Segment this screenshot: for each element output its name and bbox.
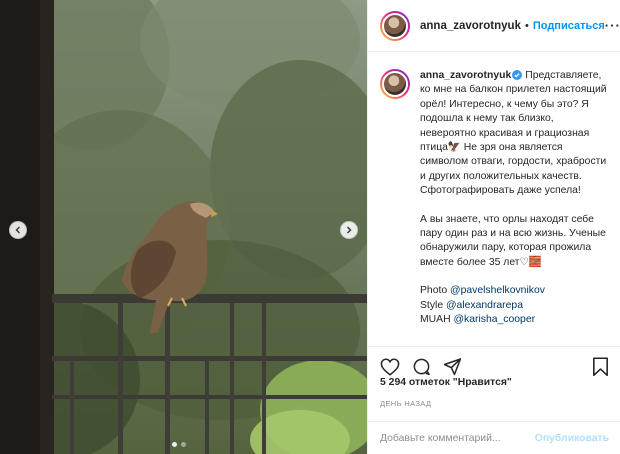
- more-options-button[interactable]: ···: [605, 18, 620, 33]
- verified-badge-icon: [512, 70, 523, 80]
- carousel-indicator: [172, 442, 186, 447]
- credit-line: MUAH @karisha_cooper: [420, 313, 609, 327]
- comment-icon: [413, 358, 430, 376]
- eagle-on-balcony-image: [0, 0, 367, 454]
- credit-handle-link[interactable]: @pavelshelkovnikov: [450, 285, 545, 296]
- carousel-next-button[interactable]: [340, 221, 358, 239]
- caption-username[interactable]: anna_zavorotnyuk: [420, 70, 511, 81]
- post-comment-button[interactable]: Опубликовать: [535, 433, 609, 444]
- avatar-image: [382, 71, 408, 97]
- add-comment-bar: Опубликовать: [368, 421, 620, 454]
- carousel-prev-button[interactable]: [9, 221, 27, 239]
- post-sidebar: anna_zavorotnyuk • Подписаться ··· anna_…: [367, 0, 620, 454]
- heart-icon: [380, 357, 400, 376]
- share-icon: [443, 358, 462, 376]
- comment-button[interactable]: [412, 357, 431, 376]
- follow-button[interactable]: Подписаться: [533, 20, 605, 32]
- credit-handle-link[interactable]: @alexandrarepa: [446, 300, 523, 311]
- caption-paragraph-1-text: Представляете, ко мне на балкон прилетел…: [420, 70, 607, 197]
- comments-area[interactable]: anna_zavorotnyuk Представляете, ко мне на…: [368, 53, 620, 346]
- caption-row: anna_zavorotnyuk Представляете, ко мне на…: [380, 69, 609, 328]
- post-timestamp[interactable]: День назад: [380, 399, 431, 408]
- credit-line: Photo @pavelshelkovnikov: [420, 284, 609, 298]
- separator-dot: •: [524, 19, 529, 32]
- bookmark-icon: [593, 356, 608, 376]
- credit-label: Style: [420, 299, 444, 311]
- share-button[interactable]: [443, 357, 462, 376]
- credit-handle-link[interactable]: @karisha_cooper: [453, 314, 535, 325]
- credit-line: Style @alexandrarepa: [420, 299, 609, 313]
- chevron-right-icon: [347, 226, 352, 234]
- caption-paragraph-1: anna_zavorotnyuk Представляете, ко мне на…: [420, 69, 609, 199]
- comment-input[interactable]: [380, 432, 535, 444]
- post-header: anna_zavorotnyuk • Подписаться ···: [368, 0, 620, 52]
- caption-text: anna_zavorotnyuk Представляете, ко мне на…: [420, 69, 609, 328]
- avatar-image: [382, 12, 408, 39]
- credit-label: Photo: [420, 285, 448, 297]
- carousel-dot: [181, 442, 186, 447]
- chevron-left-icon: [15, 226, 20, 234]
- likes-count[interactable]: 5 294 отметок "Нравится": [380, 377, 512, 388]
- author-avatar[interactable]: [380, 10, 410, 41]
- caption-paragraph-2: А вы знаете, что орлы находят себе пару …: [420, 213, 606, 268]
- caption-author-avatar[interactable]: [380, 69, 410, 99]
- like-button[interactable]: [380, 357, 400, 376]
- carousel-dot-active: [172, 442, 177, 447]
- credit-label: MUAH: [420, 314, 451, 326]
- save-button[interactable]: [592, 356, 609, 377]
- author-username[interactable]: anna_zavorotnyuk: [420, 20, 521, 32]
- post-photo[interactable]: [0, 0, 367, 454]
